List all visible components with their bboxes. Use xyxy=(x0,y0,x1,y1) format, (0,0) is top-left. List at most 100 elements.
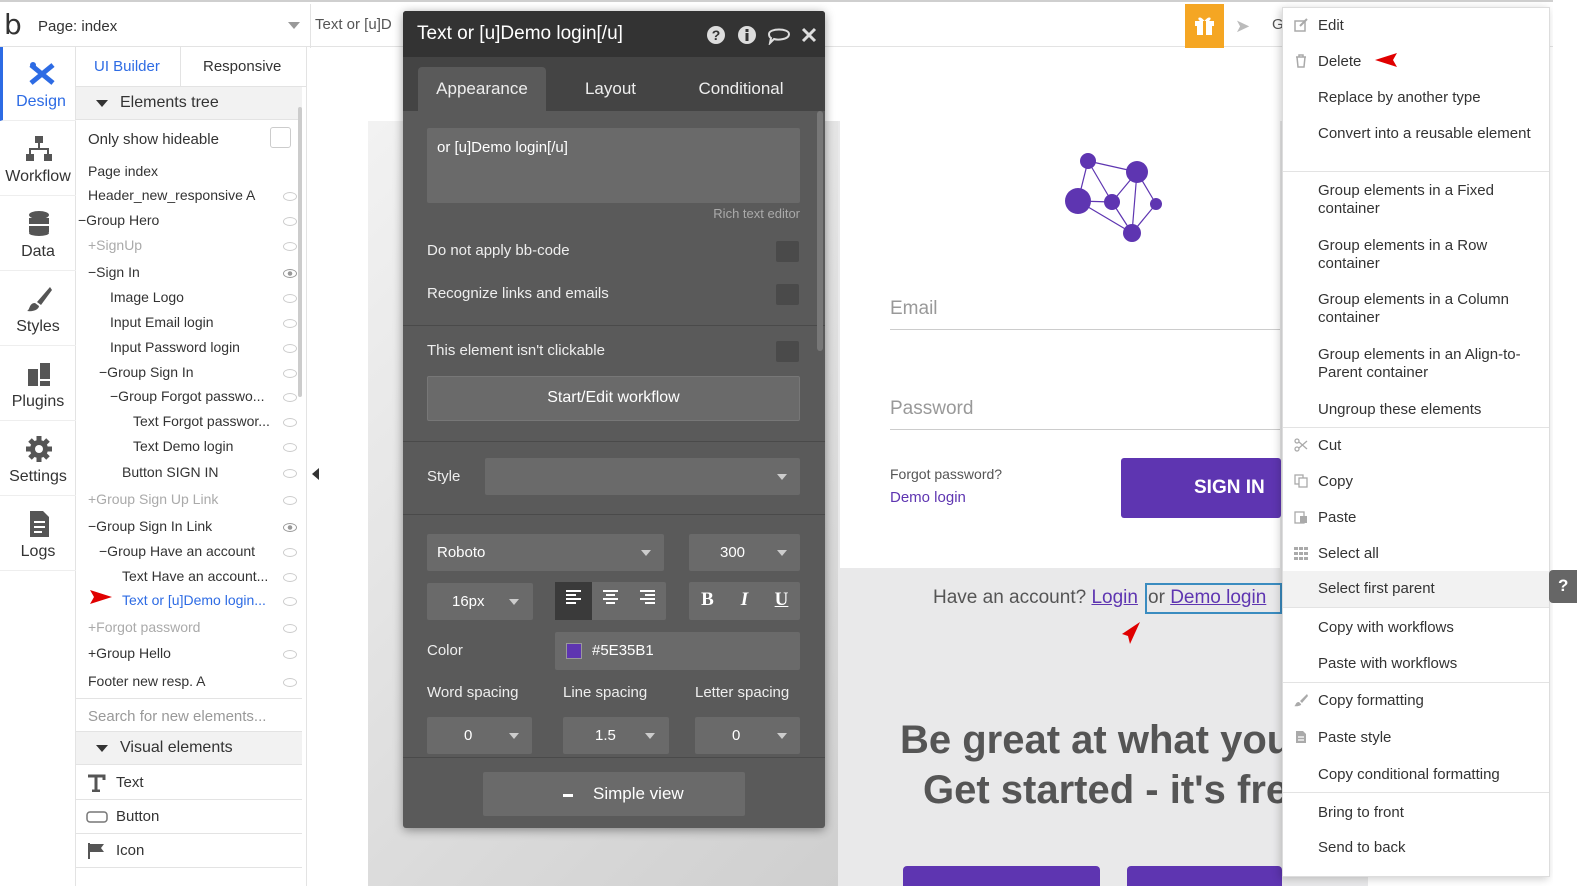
menu-item-delete[interactable]: Delete xyxy=(1283,52,1549,72)
align-right-button[interactable] xyxy=(629,582,666,620)
do-not-apply-bbcode-checkbox[interactable] xyxy=(776,241,799,262)
tree-item[interactable]: −Group Sign In Link xyxy=(88,518,212,534)
search-elements-input[interactable]: Search for new elements... xyxy=(76,698,302,732)
menu-item-cut[interactable]: Cut xyxy=(1283,436,1549,456)
tree-item[interactable]: Input Password login xyxy=(110,339,240,355)
visual-element-text[interactable]: Text xyxy=(76,766,302,800)
selected-element-outline[interactable]: or Demo login xyxy=(1145,583,1282,614)
recognize-links-checkbox[interactable] xyxy=(776,284,799,305)
tree-item-selected[interactable]: Text or [u]Demo login... xyxy=(122,592,266,608)
tree-item[interactable]: −Sign In xyxy=(88,264,140,280)
eye-icon[interactable] xyxy=(283,678,297,687)
tree-item[interactable]: Header_new_responsive A xyxy=(88,187,255,203)
eye-icon[interactable] xyxy=(283,496,297,505)
nav-plugins[interactable]: Plugins xyxy=(0,347,76,421)
font-dropdown[interactable]: Roboto xyxy=(427,534,664,571)
element-selector[interactable]: Text or [u]D xyxy=(315,16,392,33)
eye-icon[interactable] xyxy=(283,624,297,633)
forgot-password-link[interactable]: Forgot password? xyxy=(890,466,1002,482)
eye-icon[interactable] xyxy=(283,523,297,532)
info-icon[interactable] xyxy=(737,25,757,45)
password-input[interactable]: Password xyxy=(890,390,1280,430)
nav-styles[interactable]: Styles xyxy=(0,272,76,346)
eye-icon[interactable] xyxy=(283,418,297,427)
tree-item[interactable]: +Group Sign Up Link xyxy=(88,491,218,507)
visual-element-button[interactable]: Button xyxy=(76,800,302,834)
menu-item-select-all[interactable]: Select all xyxy=(1283,544,1549,564)
font-size-dropdown[interactable]: 16px xyxy=(427,583,533,620)
content-textarea[interactable]: or [u]Demo login[/u] xyxy=(427,128,800,203)
demo-login-inline-link[interactable]: Demo login xyxy=(1170,587,1266,608)
menu-item-send-to-back[interactable]: Send to back xyxy=(1283,838,1549,858)
collapse-panel-icon[interactable] xyxy=(312,468,319,480)
tree-item[interactable]: Image Logo xyxy=(110,289,184,305)
menu-item-copy[interactable]: Copy xyxy=(1283,472,1549,492)
elements-tree-header[interactable]: Elements tree xyxy=(76,87,302,120)
tree-item[interactable]: Page index xyxy=(88,163,158,179)
menu-item-copy-with-workflows[interactable]: Copy with workflows xyxy=(1283,618,1549,638)
menu-item-select-first-parent[interactable]: Select first parent xyxy=(1283,571,1549,607)
gift-button[interactable] xyxy=(1185,4,1224,48)
line-spacing-dropdown[interactable]: 1.5 xyxy=(563,717,669,754)
style-dropdown[interactable] xyxy=(485,458,800,495)
tree-item[interactable]: Footer new resp. A xyxy=(88,673,206,689)
letter-spacing-dropdown[interactable]: 0 xyxy=(695,717,800,754)
menu-item-group-column[interactable]: Group elements in a Column container xyxy=(1283,290,1549,328)
simple-view-button[interactable]: Simple view xyxy=(483,772,745,816)
eye-icon[interactable] xyxy=(283,573,297,582)
menu-item-paste-style[interactable]: Paste style xyxy=(1283,728,1549,748)
bubble-logo[interactable]: b xyxy=(4,10,22,40)
not-clickable-checkbox[interactable] xyxy=(776,341,799,362)
eye-icon[interactable] xyxy=(283,393,297,402)
rich-text-editor-link[interactable]: Rich text editor xyxy=(713,206,800,221)
login-link[interactable]: Login xyxy=(1091,587,1138,608)
color-swatch[interactable] xyxy=(566,643,582,659)
comment-icon[interactable] xyxy=(767,25,791,45)
tab-appearance[interactable]: Appearance xyxy=(418,67,546,111)
tree-item[interactable]: Input Email login xyxy=(110,314,214,330)
menu-item-bring-to-front[interactable]: Bring to front xyxy=(1283,803,1549,823)
demo-login-link[interactable]: Demo login xyxy=(890,489,966,506)
tree-item[interactable]: +Group Hello xyxy=(88,645,171,661)
visual-elements-header[interactable]: Visual elements xyxy=(76,732,302,765)
tab-responsive[interactable]: Responsive xyxy=(203,58,281,75)
hero-button-right[interactable] xyxy=(1127,866,1282,886)
tree-item[interactable]: Text Have an account... xyxy=(122,568,268,584)
help-icon[interactable]: ? xyxy=(706,25,726,45)
page-scrollbar[interactable] xyxy=(1553,0,1577,886)
tab-layout[interactable]: Layout xyxy=(563,67,658,111)
tree-item[interactable]: Text Demo login xyxy=(133,438,233,454)
page-selector[interactable]: Page: index xyxy=(30,4,311,48)
eye-icon[interactable] xyxy=(283,192,297,201)
editor-header[interactable]: Text or [u]Demo login[/u] ? xyxy=(403,11,825,57)
email-input[interactable]: Email xyxy=(890,290,1280,330)
color-picker[interactable]: #5E35B1 xyxy=(555,632,800,670)
menu-item-edit[interactable]: Edit xyxy=(1283,16,1549,36)
menu-item-group-align[interactable]: Group elements in an Align-to-Parent con… xyxy=(1283,345,1549,383)
eye-icon[interactable] xyxy=(283,469,297,478)
menu-item-convert-reusable[interactable]: Convert into a reusable element xyxy=(1283,124,1549,162)
tree-item[interactable]: Button SIGN IN xyxy=(122,464,218,480)
tree-item[interactable]: Text Forgot passwor... xyxy=(133,413,270,429)
close-icon[interactable] xyxy=(801,25,817,45)
eye-icon[interactable] xyxy=(283,294,297,303)
eye-icon[interactable] xyxy=(283,319,297,328)
tab-ui-builder[interactable]: UI Builder xyxy=(94,58,160,75)
eye-icon[interactable] xyxy=(283,597,297,606)
tree-item[interactable]: −Group Forgot passwo... xyxy=(110,388,264,404)
eye-icon[interactable] xyxy=(283,548,297,557)
menu-item-group-fixed[interactable]: Group elements in a Fixed container xyxy=(1283,181,1549,219)
visual-element-icon[interactable]: Icon xyxy=(76,834,302,868)
help-tab[interactable]: ? xyxy=(1549,570,1577,603)
italic-button[interactable]: I xyxy=(726,582,763,620)
tree-item[interactable]: −Group Sign In xyxy=(99,364,194,380)
menu-item-copy-conditional[interactable]: Copy conditional formatting xyxy=(1283,765,1549,785)
editor-scrollbar[interactable] xyxy=(817,111,823,351)
panel-scrollbar[interactable] xyxy=(298,107,302,397)
eye-icon[interactable] xyxy=(283,217,297,226)
menu-item-paste-with-workflows[interactable]: Paste with workflows xyxy=(1283,654,1549,674)
eye-icon[interactable] xyxy=(283,443,297,452)
align-center-button[interactable] xyxy=(592,582,629,620)
menu-item-ungroup[interactable]: Ungroup these elements xyxy=(1283,400,1549,420)
align-left-button[interactable] xyxy=(555,582,592,620)
